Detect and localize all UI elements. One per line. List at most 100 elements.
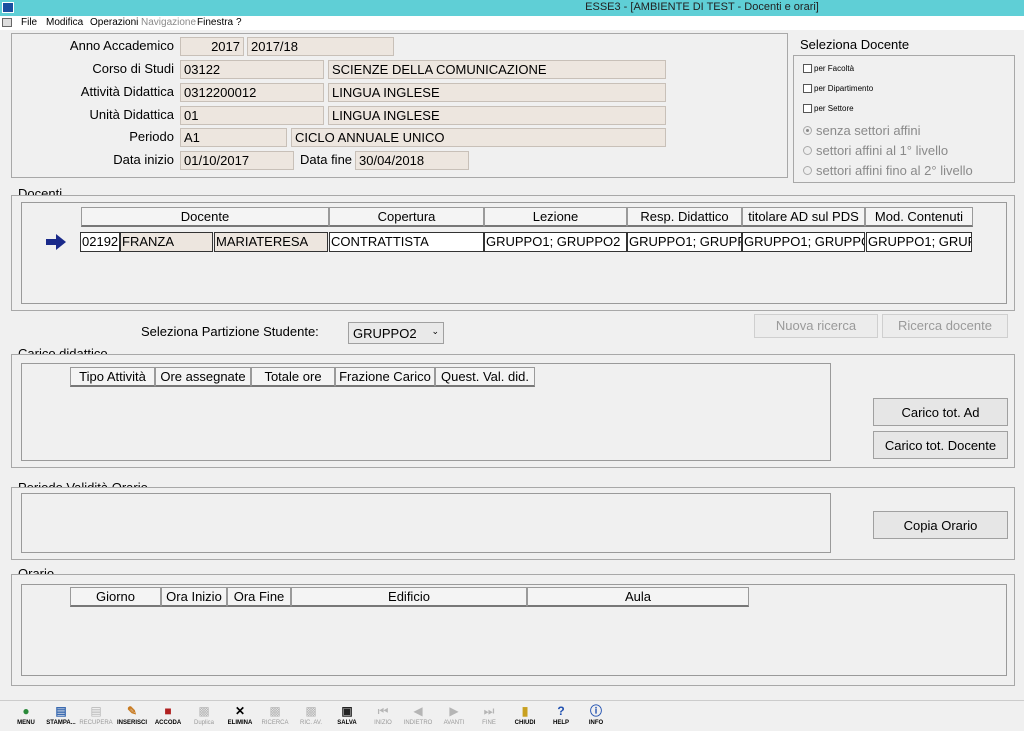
avanti-label: AVANTI: [443, 720, 465, 726]
radio-settori-1[interactable]: settori affini al 1° livello: [803, 143, 948, 158]
seleziona-docente-title: Seleziona Docente: [800, 37, 910, 52]
delete-x-icon: ✕: [234, 704, 246, 718]
inizio-button[interactable]: ⏮ INIZIO: [365, 704, 401, 726]
elimina-button[interactable]: ✕ ELIMINA: [222, 704, 258, 726]
next-icon: ▶: [449, 704, 459, 718]
fine-label: FINE: [482, 720, 496, 726]
recupera-button[interactable]: ▤ RECUPERA: [78, 704, 114, 726]
docente-code-cell[interactable]: 02192: [80, 232, 120, 252]
ric-av-button[interactable]: ▩ RIC. AV.: [293, 704, 329, 726]
ricerca-button[interactable]: ▩ RICERCA: [257, 704, 293, 726]
per-dipartimento-label: per Dipartimento: [814, 84, 874, 93]
current-row-arrow-icon: [46, 234, 66, 250]
per-settore-checkbox[interactable]: per Settore: [803, 104, 854, 114]
system-menu-icon[interactable]: [2, 18, 12, 27]
avanti-button[interactable]: ▶ AVANTI: [436, 704, 472, 726]
radio-settori-2[interactable]: settori affini fino al 2° livello: [803, 163, 973, 178]
radio-icon: [803, 146, 812, 156]
ric-av-label: RIC. AV.: [299, 720, 322, 726]
carico-tot-docente-button[interactable]: Carico tot. Docente: [873, 431, 1008, 459]
menu-modifica[interactable]: Modifica: [46, 17, 83, 28]
docenti-header-mod[interactable]: Mod. Contenuti: [865, 207, 973, 227]
titolare-cell[interactable]: GRUPPO1; GRUPPO2: [742, 232, 865, 252]
fine-button[interactable]: ⏭ FINE: [471, 704, 507, 726]
chiudi-label: CHIUDI: [514, 720, 536, 726]
copia-orario-button[interactable]: Copia Orario: [873, 511, 1008, 539]
corso-code-field[interactable]: 03122: [180, 60, 324, 79]
carico-header-frazione[interactable]: Frazione Carico: [335, 367, 435, 387]
docente-cognome-cell[interactable]: FRANZA: [120, 232, 213, 252]
radio-icon: [803, 166, 812, 176]
per-facolta-label: per Facoltà: [814, 64, 855, 73]
docenti-header-titolare[interactable]: titolare AD sul PDS: [742, 207, 865, 227]
indietro-button[interactable]: ◀ INDIETRO: [400, 704, 436, 726]
radio-settori-2-label: settori affini fino al 2° livello: [816, 163, 973, 178]
attivita-desc-field: LINGUA INGLESE: [328, 83, 666, 102]
resp-didattico-cell[interactable]: GRUPPO1; GRUPPO2: [627, 232, 742, 252]
unita-code-field[interactable]: 01: [180, 106, 324, 125]
menu-help[interactable]: ?: [236, 17, 242, 28]
per-facolta-checkbox[interactable]: per Facoltà: [803, 64, 855, 74]
accoda-label: ACCODA: [154, 720, 182, 726]
info-label: INFO: [588, 720, 604, 726]
docente-nome-cell[interactable]: MARIATERESA: [214, 232, 328, 252]
per-dipartimento-checkbox[interactable]: per Dipartimento: [803, 84, 874, 94]
attivita-code-field[interactable]: 0312200012: [180, 83, 324, 102]
menu-toolbar-button[interactable]: ● MENU: [8, 704, 44, 726]
last-record-icon: ⏭: [483, 704, 495, 718]
menu-bar: File Modifica Operazioni Navigazione Fin…: [0, 16, 1024, 30]
duplica-button[interactable]: ▩ Duplica: [186, 704, 222, 726]
lezione-cell[interactable]: GRUPPO1; GRUPPO2: [484, 232, 627, 252]
orario-header-ora-fine[interactable]: Ora Fine: [227, 587, 291, 607]
help-label: HELP: [552, 720, 569, 726]
menu-finestra[interactable]: Finestra: [197, 17, 233, 28]
checkbox-icon: [803, 64, 812, 74]
corso-label: Corso di Studi: [92, 61, 174, 76]
radio-senza-settori[interactable]: senza settori affini: [803, 123, 921, 138]
bottom-toolbar: ● MENU ▤ STAMPA... ▤ RECUPERA ✎ INSERISCI ■ A…: [0, 700, 1024, 731]
attivita-label: Attività Didattica: [80, 84, 174, 99]
periodo-code-field[interactable]: A1: [180, 128, 287, 147]
docenti-header-resp[interactable]: Resp. Didattico: [627, 207, 742, 227]
carico-header-tipo[interactable]: Tipo Attività: [70, 367, 155, 387]
periodo-validita-table: [21, 493, 831, 553]
info-button[interactable]: ⓘ INFO: [578, 704, 614, 726]
docenti-header-docente[interactable]: Docente: [81, 207, 329, 227]
carico-header-quest[interactable]: Quest. Val. did.: [435, 367, 535, 387]
orario-header-giorno[interactable]: Giorno: [70, 587, 161, 607]
menu-operazioni[interactable]: Operazioni: [90, 17, 138, 28]
chiudi-button[interactable]: ▮ CHIUDI: [507, 704, 543, 726]
help-button[interactable]: ? HELP: [543, 704, 579, 726]
ricerca-docente-button[interactable]: Ricerca docente: [882, 314, 1008, 338]
partizione-select[interactable]: GRUPPO2 ⌄: [348, 322, 444, 344]
anno-accademico-field[interactable]: 2017: [180, 37, 244, 56]
menu-navigazione[interactable]: Navigazione: [141, 17, 196, 28]
docenti-header-lezione[interactable]: Lezione: [484, 207, 627, 227]
data-fine-field[interactable]: 30/04/2018: [355, 151, 469, 170]
menu-globe-icon: ●: [22, 704, 30, 718]
carico-header-totale[interactable]: Totale ore: [251, 367, 335, 387]
docenti-header-copertura[interactable]: Copertura: [329, 207, 484, 227]
menu-file[interactable]: File: [21, 17, 37, 28]
orario-header-aula[interactable]: Aula: [527, 587, 749, 607]
carico-tot-ad-button[interactable]: Carico tot. Ad: [873, 398, 1008, 426]
unita-label: Unità Didattica: [89, 107, 174, 122]
data-inizio-field[interactable]: 01/10/2017: [180, 151, 294, 170]
salva-button[interactable]: ▣ SALVA: [329, 704, 365, 726]
inserisci-button[interactable]: ✎ INSERISCI: [114, 704, 150, 726]
accoda-button[interactable]: ■ ACCODA: [150, 704, 186, 726]
partizione-value: GRUPPO2: [353, 326, 417, 341]
stampa-button[interactable]: ▤ STAMPA...: [43, 704, 79, 726]
mod-contenuti-cell[interactable]: GRUPPO1; GRUPPO2: [866, 232, 972, 252]
radio-senza-settori-label: senza settori affini: [816, 123, 921, 138]
orario-header-edificio[interactable]: Edificio: [291, 587, 527, 607]
orario-header-ora-inizio[interactable]: Ora Inizio: [161, 587, 227, 607]
chevron-down-icon: ⌄: [431, 326, 439, 336]
copertura-cell[interactable]: CONTRATTISTA: [329, 232, 484, 252]
recupera-icon: ▤: [90, 704, 102, 718]
recupera-label: RECUPERA: [79, 720, 113, 726]
first-record-icon: ⏮: [377, 704, 389, 718]
salva-label: SALVA: [337, 720, 357, 726]
carico-header-ore[interactable]: Ore assegnate: [155, 367, 251, 387]
nuova-ricerca-button[interactable]: Nuova ricerca: [754, 314, 878, 338]
